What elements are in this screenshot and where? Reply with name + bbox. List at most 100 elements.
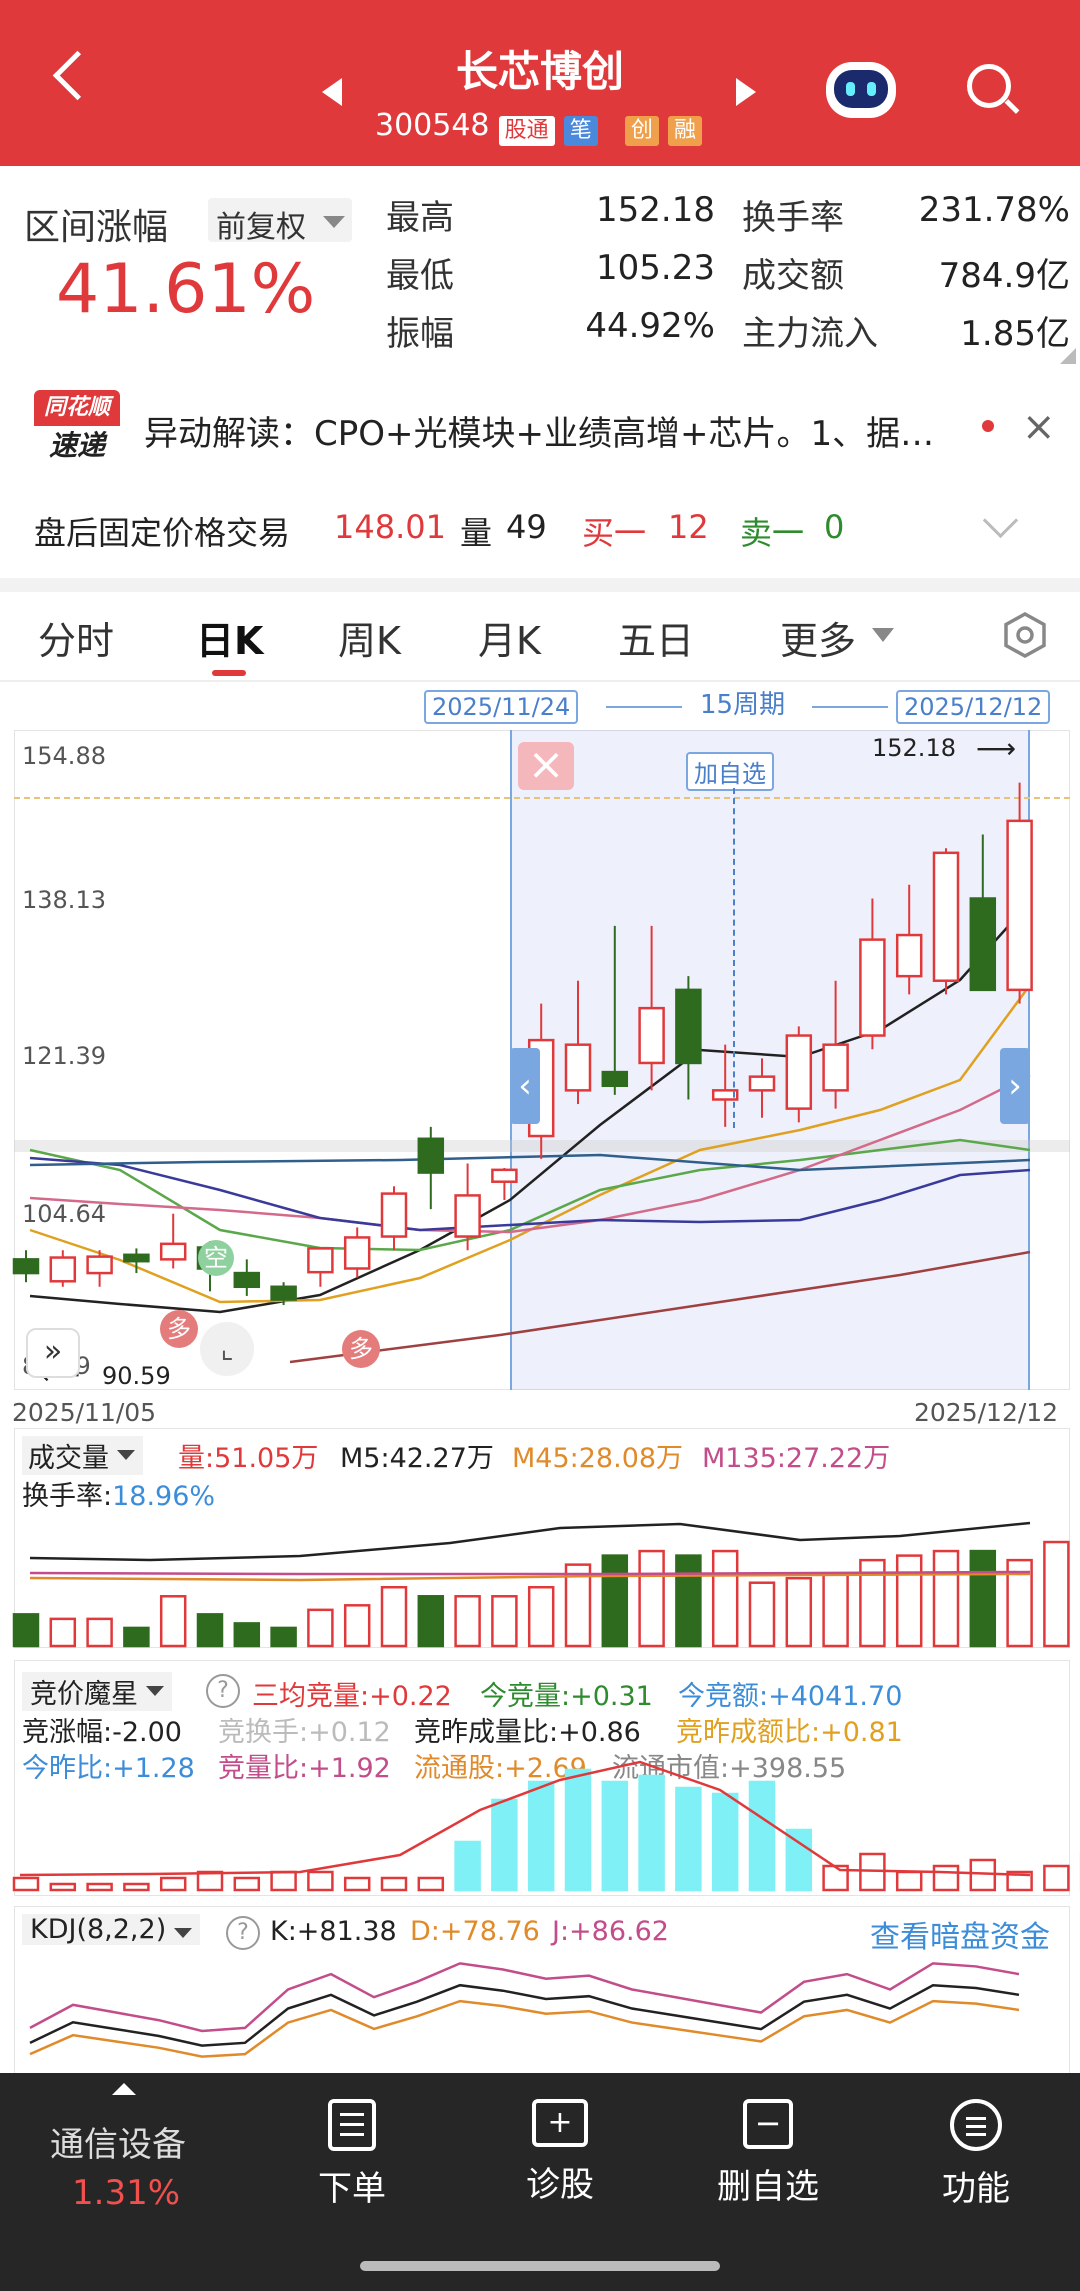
drag-handle-right-icon[interactable]: › [1000, 1048, 1030, 1124]
date-end-label: 2025/12/12 [914, 1398, 1059, 1427]
diagnose-button[interactable]: + 诊股 [460, 2073, 660, 2206]
add-watch-marker[interactable]: 加自选 [686, 752, 774, 791]
order-button[interactable]: 下单 [252, 2073, 452, 2210]
stat-value-main-inflow: 1.85亿 [960, 314, 1070, 354]
auction-bar [343, 1876, 371, 1892]
candle-body [233, 1271, 261, 1289]
robot-face-icon [834, 70, 888, 108]
volume-bar [1043, 1540, 1070, 1648]
candle-body [675, 988, 702, 1065]
auction-bar [969, 1858, 997, 1892]
kdj-chart[interactable] [0, 1906, 1080, 2076]
range-line-right [812, 706, 888, 708]
expand-left-icon[interactable]: » [26, 1328, 80, 1378]
auction-bar [785, 1828, 813, 1892]
low-price-label: 90.59 [102, 1362, 171, 1390]
prev-stock-icon[interactable] [322, 78, 342, 106]
diagnose-plus-icon: + [532, 2099, 588, 2147]
range-start-date[interactable]: 2025/11/24 [424, 690, 579, 724]
volume-bar [380, 1585, 408, 1648]
robot-assistant-icon[interactable] [826, 62, 896, 118]
tabs-divider [0, 680, 1080, 682]
moving-average-line [289, 1250, 1031, 1364]
after-hours-sell-label: 卖一 [740, 514, 805, 552]
volume-bar [822, 1572, 849, 1648]
stock-code: 300548 [375, 108, 490, 143]
candle-body [159, 1242, 187, 1261]
remove-watch-label: 删自选 [717, 2167, 819, 2207]
auction-bar [454, 1840, 481, 1892]
stat-value-high: 152.18 [596, 190, 715, 230]
volume-ma135-line [29, 1570, 1031, 1576]
stat-value-low: 105.23 [596, 248, 715, 288]
volume-ma5-line [29, 1521, 1031, 1562]
auction-bar [12, 1876, 40, 1892]
volume-bar [454, 1595, 481, 1648]
volume-bar [675, 1554, 702, 1648]
range-period: 15周期 [700, 690, 786, 720]
adjust-select[interactable]: 前复权 [208, 198, 352, 245]
date-start-label: 2025/11/05 [12, 1398, 157, 1427]
after-hours-vol-label: 量 [460, 514, 493, 552]
stock-title: 长芯博创 [455, 47, 624, 96]
order-label: 下单 [318, 2169, 386, 2209]
y-tick-label: 154.88 [22, 742, 106, 770]
corner-expand-icon[interactable] [1060, 348, 1076, 364]
bottom-toolbar: 通信设备 1.31% 下单 + 诊股 − 删自选 功能 [0, 2073, 1080, 2291]
signal-kong-badge: 空 [198, 1240, 234, 1276]
close-selection-icon[interactable]: × [518, 742, 574, 790]
tab-more[interactable]: 更多 [780, 610, 856, 665]
candle-body [969, 897, 997, 992]
drag-handle-left-icon[interactable]: ‹ [510, 1048, 540, 1124]
candle-body [564, 1043, 592, 1092]
kdj-j-line [29, 1962, 1020, 2033]
volume-bar [417, 1595, 445, 1648]
volume-bar [159, 1595, 187, 1648]
after-hours-price: 148.01 [334, 508, 446, 546]
auction-chart[interactable] [0, 1660, 1080, 1896]
signal-duo-badge: 多 [160, 1310, 198, 1348]
y-tick-label: 138.13 [22, 886, 106, 914]
tab-daily-k[interactable]: 日K [196, 610, 263, 665]
kdj-k-line [29, 1983, 1020, 2047]
tab-intraday[interactable]: 分时 [38, 610, 114, 665]
tab-monthly-k[interactable]: 月K [478, 610, 541, 665]
tab-weekly-k[interactable]: 周K [338, 610, 401, 665]
range-end-date[interactable]: 2025/12/12 [896, 690, 1051, 724]
fullscreen-icon[interactable]: ⌞ [200, 1322, 254, 1376]
candle-body [270, 1285, 297, 1301]
candle-body [601, 1070, 629, 1088]
auction-bar [380, 1876, 408, 1892]
chevron-down-icon[interactable] [982, 502, 1019, 539]
volume-bar [86, 1617, 113, 1648]
volume-bar [969, 1549, 997, 1648]
functions-button[interactable]: 功能 [876, 2073, 1076, 2210]
news-banner[interactable]: 同花顺 速递 异动解读：CPO+光模块+业绩高增+芯片。1、据… × [0, 380, 1080, 478]
moving-average-line [29, 1156, 1031, 1232]
back-icon[interactable] [52, 50, 103, 101]
volume-bar [932, 1549, 960, 1648]
auction-bar [307, 1870, 334, 1892]
after-hours-sell: 0 [824, 508, 845, 546]
candle-body [859, 938, 886, 1037]
kline-chart[interactable] [0, 730, 1080, 1390]
next-stock-icon[interactable] [736, 78, 756, 106]
settings-hexagon-icon[interactable] [1002, 612, 1048, 658]
home-indicator [360, 2261, 720, 2271]
sector-name[interactable]: 通信设备 [50, 2117, 186, 2166]
stat-value-turnover: 231.78% [918, 190, 1070, 230]
candle-body [417, 1137, 445, 1174]
stat-value-amplitude: 44.92% [585, 306, 715, 346]
auction-bar [49, 1882, 77, 1892]
volume-bar [748, 1581, 776, 1648]
close-icon[interactable]: × [1022, 404, 1056, 450]
auction-bar [601, 1780, 629, 1892]
tab-five-day[interactable]: 五日 [618, 610, 694, 665]
auction-bar [1043, 1864, 1070, 1892]
candle-body [1006, 819, 1033, 992]
after-hours-row[interactable]: 盘后固定价格交易 148.01 量 49 买一 12 卖一 0 [0, 500, 1080, 560]
volume-bar [12, 1613, 40, 1648]
candle-body [454, 1194, 481, 1238]
remove-watch-button[interactable]: − 删自选 [668, 2073, 868, 2208]
volume-chart[interactable] [0, 1428, 1080, 1648]
